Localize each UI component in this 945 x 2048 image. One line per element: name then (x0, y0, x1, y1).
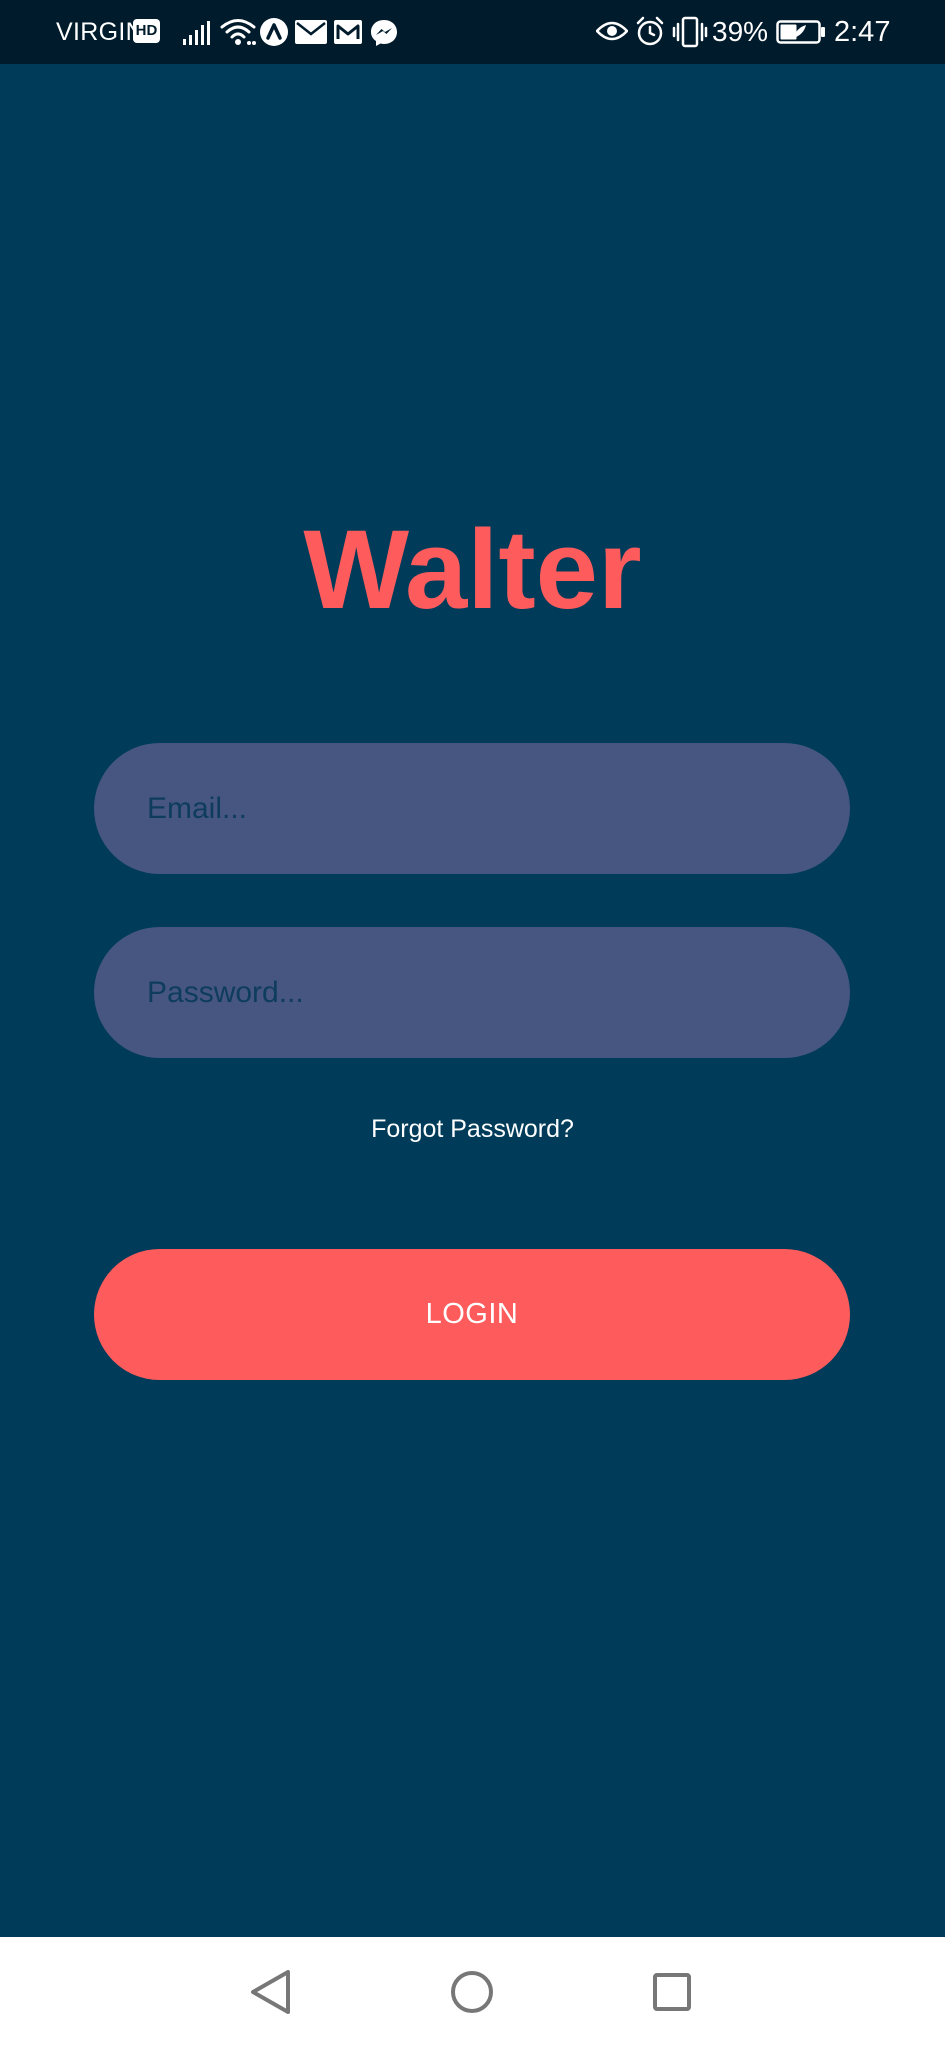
hd-badge: HD (133, 19, 160, 43)
mail-icon (295, 20, 327, 44)
login-button[interactable]: LOGIN (94, 1249, 850, 1380)
messenger-icon (371, 20, 397, 46)
app-title: Walter (303, 507, 642, 632)
back-icon[interactable] (235, 1957, 305, 2027)
email-field[interactable] (94, 743, 850, 874)
recents-icon[interactable] (637, 1957, 707, 2027)
vibrate-icon (672, 16, 708, 48)
status-bar: VIRGIN HD 39% 2:47 (0, 0, 945, 64)
gmail-icon (334, 20, 362, 44)
signal-icon (183, 21, 210, 45)
navigation-bar (0, 1937, 945, 2048)
email-input[interactable] (94, 743, 850, 874)
clock: 2:47 (834, 16, 891, 48)
home-icon[interactable] (437, 1957, 507, 2027)
app-notification-icon (260, 18, 288, 46)
carrier-name: VIRGIN (56, 18, 144, 46)
battery-percentage: 39% (712, 16, 769, 47)
password-input[interactable] (94, 927, 850, 1058)
battery-icon (776, 20, 825, 44)
eye-icon (596, 21, 628, 41)
password-field[interactable] (94, 927, 850, 1058)
wifi-icon (220, 19, 256, 45)
alarm-icon (636, 16, 664, 46)
forgot-password-link[interactable]: Forgot Password? (0, 1110, 945, 1148)
